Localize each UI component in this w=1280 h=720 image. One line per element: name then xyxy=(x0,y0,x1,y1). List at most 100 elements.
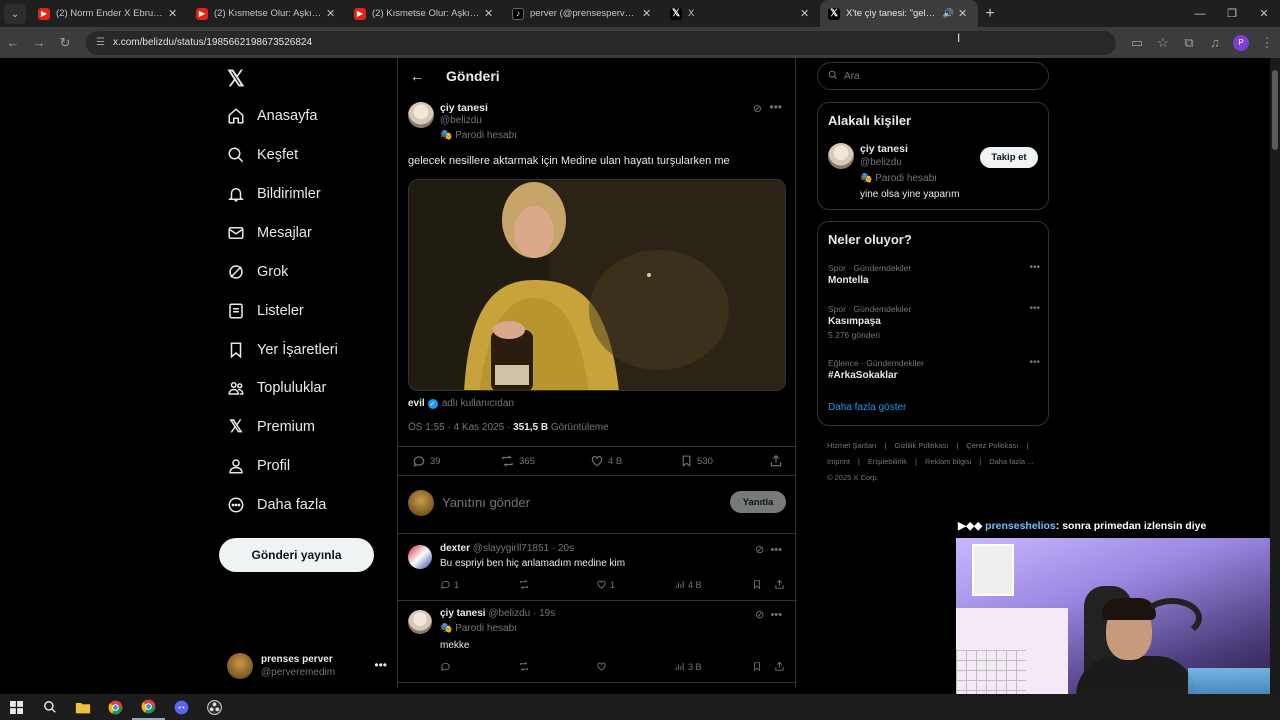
close-tab-icon[interactable]: ✕ xyxy=(958,7,970,20)
share-button[interactable] xyxy=(774,661,788,672)
reply-time[interactable]: · 19s xyxy=(533,608,555,619)
tweet-time[interactable]: ÖS 1:55 · 4 Kas 2025 · xyxy=(408,422,510,433)
author-name[interactable]: çiy tanesi xyxy=(440,102,488,114)
like-button[interactable] xyxy=(596,661,610,672)
like-button[interactable]: 4 B xyxy=(590,454,622,468)
grok-icon[interactable]: ⊘ xyxy=(755,609,764,621)
nav-item-more[interactable]: Daha fazla xyxy=(227,490,326,520)
repost-button[interactable]: 365 xyxy=(500,454,535,468)
menu-kebab-icon[interactable]: ⋮ xyxy=(1254,30,1280,56)
author-handle[interactable]: @belizdu xyxy=(440,115,482,126)
site-info-icon[interactable]: ☰ xyxy=(96,37,105,48)
nav-item-home[interactable]: Anasayfa xyxy=(227,101,317,131)
repost-button[interactable] xyxy=(518,661,533,672)
browser-tab[interactable]: ▶ (2) Kısmetse Olur: Aşkın Gücü 3. ✕ xyxy=(188,0,346,27)
more-dots-icon[interactable]: ••• xyxy=(1029,303,1040,314)
back-arrow-icon[interactable]: ← xyxy=(0,30,26,56)
avatar[interactable] xyxy=(828,143,854,169)
post-button[interactable]: Gönderi yayınla xyxy=(219,538,374,572)
close-window-icon[interactable]: ✕ xyxy=(1248,0,1280,27)
trend-item[interactable]: Spor · Gündemdekiler Kasımpaşa 5.276 gön… xyxy=(828,303,1040,341)
nav-item-grok[interactable]: Grok xyxy=(227,257,288,287)
repost-button[interactable] xyxy=(518,579,533,590)
footer-link[interactable]: Hizmet Şartları xyxy=(827,441,877,450)
person-name[interactable]: çiy tanesi xyxy=(860,143,908,155)
windows-start-icon[interactable] xyxy=(0,694,33,720)
bookmark-button[interactable]: 530 xyxy=(680,454,713,468)
nav-item-messages[interactable]: Mesajlar xyxy=(227,218,312,248)
views-button[interactable]: 4 B xyxy=(674,579,702,590)
account-switcher[interactable]: prenses perver @perveremedim ••• xyxy=(227,648,387,684)
forward-arrow-icon[interactable]: → xyxy=(26,30,52,56)
footer-link[interactable]: Çerez Politikası xyxy=(966,441,1018,450)
cast-icon[interactable]: ▭ xyxy=(1124,30,1150,56)
reply-author-handle[interactable]: @slayygirll71851 xyxy=(473,543,549,554)
bookmark-button[interactable] xyxy=(752,661,765,672)
more-dots-icon[interactable]: ••• xyxy=(770,609,782,621)
footer-link[interactable]: Imprint xyxy=(827,457,850,466)
bookmark-star-icon[interactable]: ☆ xyxy=(1150,30,1176,56)
person-handle[interactable]: @belizdu xyxy=(860,157,902,168)
footer-link[interactable]: Erişilebilirlik xyxy=(868,457,907,466)
reply-input[interactable]: Yanıtını gönder xyxy=(442,495,530,510)
close-tab-icon[interactable]: ✕ xyxy=(800,7,812,20)
file-explorer-icon[interactable] xyxy=(66,694,99,720)
tab-search-button[interactable]: ⌄ xyxy=(4,4,26,24)
browser-tab[interactable]: ▶ (2) Norm Ender X Ebru Gündeş ✕ xyxy=(30,0,188,27)
extensions-icon[interactable]: ⧉ xyxy=(1176,30,1202,56)
reply-button[interactable]: 1 xyxy=(440,579,459,590)
close-tab-icon[interactable]: ✕ xyxy=(484,7,496,20)
more-dots-icon[interactable]: ••• xyxy=(1029,262,1040,273)
nav-item-notifications[interactable]: Bildirimler xyxy=(227,179,321,209)
back-arrow-icon[interactable]: ← xyxy=(410,68,430,84)
nav-item-premium[interactable]: 𝕏 Premium xyxy=(227,412,315,442)
attribution-name[interactable]: evil xyxy=(408,398,425,409)
trend-item[interactable]: Eğlence · Gündemdekiler #ArkaSokaklar ••… xyxy=(828,357,1040,383)
show-more-link[interactable]: Daha fazla göster xyxy=(828,402,906,413)
nav-item-profile[interactable]: Profil xyxy=(227,451,290,481)
browser-tab[interactable]: ♪ perver (@prensesperver) | TikTok ✕ xyxy=(504,0,662,27)
scrollbar-thumb[interactable] xyxy=(1272,70,1278,150)
follow-button[interactable]: Takip et xyxy=(980,147,1038,168)
reply-button[interactable]: 39 xyxy=(412,454,441,468)
more-dots-icon[interactable]: ••• xyxy=(374,658,387,672)
footer-link[interactable]: Gizlilik Politikası xyxy=(895,441,949,450)
address-bar[interactable]: ☰ x.com/belizdu/status/19856621986735268… xyxy=(86,30,1116,55)
nav-item-lists[interactable]: Listeler xyxy=(227,296,304,326)
taskbar-search-icon[interactable] xyxy=(33,694,66,720)
reply-author-handle[interactable]: @belizdu xyxy=(488,608,530,619)
browser-tab[interactable]: ▶ (2) Kısmetse Olur: Aşkın Gücü 3. ✕ xyxy=(346,0,504,27)
page-scrollbar[interactable] xyxy=(1270,58,1280,694)
avatar[interactable] xyxy=(408,102,434,128)
grok-icon[interactable]: ⊘ xyxy=(755,544,764,556)
minimize-icon[interactable]: — xyxy=(1184,0,1216,27)
reply-author-name[interactable]: çiy tanesi xyxy=(440,608,486,619)
share-button[interactable] xyxy=(774,579,788,590)
close-tab-icon[interactable]: ✕ xyxy=(326,7,338,20)
like-button[interactable]: 1 xyxy=(596,579,615,590)
audio-playing-icon[interactable]: 🔊 xyxy=(943,8,954,19)
reply-button[interactable] xyxy=(440,661,454,672)
reload-icon[interactable]: ↻ xyxy=(52,30,78,56)
x-logo-icon[interactable]: 𝕏 xyxy=(227,66,245,92)
more-dots-icon[interactable]: ••• xyxy=(770,544,782,556)
trend-item[interactable]: Spor · Gündemdekiler Montella ••• xyxy=(828,262,1040,288)
chrome-icon[interactable] xyxy=(99,694,132,720)
chrome-active-icon[interactable] xyxy=(132,694,165,720)
reply-time[interactable]: · 20s xyxy=(552,543,574,554)
browser-tab-active[interactable]: 𝕏 X'te çiy tanesi: "gelecek nesi 🔊 ✕ xyxy=(820,0,978,27)
restore-icon[interactable]: ❐ xyxy=(1216,0,1248,27)
discord-icon[interactable] xyxy=(165,694,198,720)
avatar[interactable] xyxy=(408,610,432,634)
tweet-media-video[interactable] xyxy=(408,179,786,391)
reply-item[interactable]: dexter @slayygirll71851 · 20s ⊘ ••• Bu e… xyxy=(408,543,788,593)
avatar[interactable] xyxy=(408,545,432,569)
browser-tab[interactable]: 𝕏 X ✕ xyxy=(662,0,820,27)
reply-item[interactable]: çiy tanesi @belizdu · 19s ⊘ ••• 🎭 Parodi… xyxy=(408,608,788,678)
search-input[interactable]: Ara xyxy=(817,62,1049,90)
media-control-icon[interactable]: ♫ xyxy=(1202,30,1228,56)
reply-author-name[interactable]: dexter xyxy=(440,543,470,554)
obs-icon[interactable] xyxy=(198,694,231,720)
bookmark-button[interactable] xyxy=(752,579,765,590)
more-dots-icon[interactable]: ••• xyxy=(1029,357,1040,368)
